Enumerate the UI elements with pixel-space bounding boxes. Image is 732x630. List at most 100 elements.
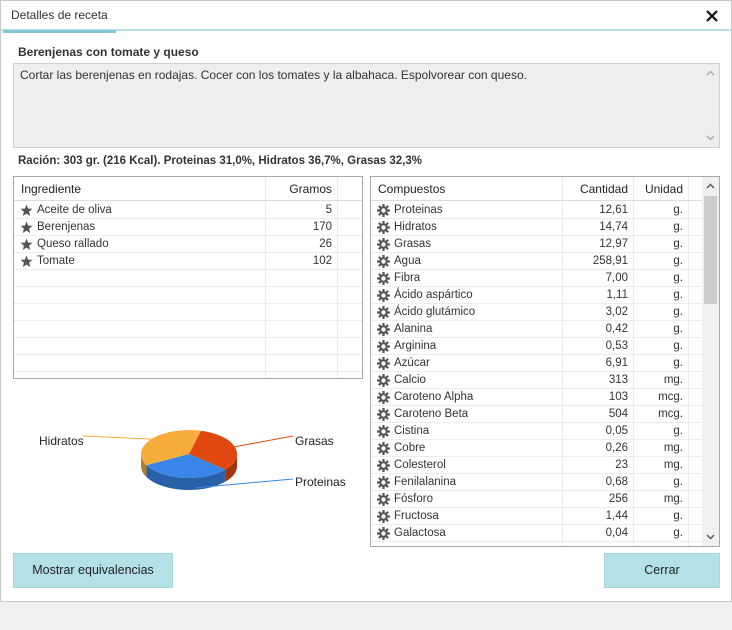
compound-unit: mcg. <box>658 408 683 420</box>
gear-icon <box>377 238 390 251</box>
table-row[interactable]: Calcio 313 mg. <box>371 372 702 389</box>
table-row[interactable]: Tomate 102 <box>14 253 362 270</box>
gear-icon <box>377 204 390 217</box>
compound-unit: g. <box>673 425 683 437</box>
compound-unit: g. <box>673 357 683 369</box>
status-bar <box>0 602 732 630</box>
header-grams[interactable]: Gramos <box>266 177 332 201</box>
compound-name: Fósforo <box>394 493 433 505</box>
gear-icon <box>377 391 390 404</box>
table-row[interactable]: Caroteno Alpha 103 mcg. <box>371 389 702 406</box>
table-row[interactable]: Cobre 0,26 mg. <box>371 440 702 457</box>
gear-icon <box>377 425 390 438</box>
compound-quantity: 258,91 <box>592 255 628 267</box>
compound-quantity: 0,05 <box>605 425 628 437</box>
gear-icon <box>377 442 390 455</box>
compound-name: Cobre <box>394 442 426 454</box>
recipe-description-text: Cortar las berenjenas en rodajas. Cocer … <box>20 68 527 82</box>
table-row[interactable]: Queso rallado 26 <box>14 236 362 253</box>
gear-icon <box>377 510 390 523</box>
gear-icon <box>377 323 390 336</box>
ingredient-name: Queso rallado <box>37 238 109 250</box>
compound-quantity: 0,26 <box>605 442 628 454</box>
ingredient-name: Aceite de oliva <box>37 204 112 216</box>
description-scrollbar[interactable] <box>702 64 719 147</box>
table-row[interactable]: Agua 258,91 g. <box>371 253 702 270</box>
compound-name: Cistina <box>394 425 430 437</box>
ingredient-grams: 170 <box>312 221 332 233</box>
tab-bar: Detalles de receta <box>1 1 731 33</box>
scroll-down-icon[interactable] <box>706 133 715 142</box>
compound-quantity: 504 <box>608 408 628 420</box>
compound-unit: g. <box>673 527 683 539</box>
header-compounds[interactable]: Compuestos <box>378 177 558 201</box>
tab-recipe-details[interactable]: Detalles de receta <box>3 1 116 33</box>
empty-row <box>14 321 362 338</box>
header-ingredient[interactable]: Ingrediente <box>21 177 261 201</box>
pie-label-grasas: Grasas <box>295 434 334 448</box>
star-icon <box>20 238 33 250</box>
compound-name: Caroteno Alpha <box>394 391 474 403</box>
scroll-up-icon[interactable] <box>706 182 715 191</box>
gear-icon <box>377 476 390 489</box>
table-row[interactable]: Galactosa 0,04 g. <box>371 525 702 542</box>
compound-unit: g. <box>673 221 683 233</box>
table-row[interactable]: Fructosa 1,44 g. <box>371 508 702 525</box>
compound-name: Grasas <box>394 238 432 250</box>
compounds-scrollbar[interactable] <box>702 177 719 546</box>
close-icon[interactable] <box>705 9 719 23</box>
compound-name: Azúcar <box>394 357 430 369</box>
compound-name: Alanina <box>394 323 433 335</box>
table-row[interactable]: Alanina 0,42 g. <box>371 321 702 338</box>
table-row[interactable]: Fósforo 256 mg. <box>371 491 702 508</box>
compound-quantity: 0,42 <box>605 323 628 335</box>
header-quantity[interactable]: Cantidad <box>563 177 628 201</box>
compound-name: Ácido glutámico <box>394 306 476 318</box>
compound-name: Fructosa <box>394 510 439 522</box>
table-row[interactable]: Azúcar 6,91 g. <box>371 355 702 372</box>
gear-icon <box>377 306 390 319</box>
compound-quantity: 1,44 <box>605 510 628 522</box>
table-row[interactable]: Proteinas 12,61 g. <box>371 202 702 219</box>
show-equivalences-button[interactable]: Mostrar equivalencias <box>13 553 173 588</box>
close-button[interactable]: Cerrar <box>604 553 720 588</box>
compound-name: Caroteno Beta <box>394 408 469 420</box>
table-row[interactable]: Ácido aspártico 1,11 g. <box>371 287 702 304</box>
compound-quantity: 6,91 <box>605 357 628 369</box>
compound-unit: mg. <box>663 442 683 454</box>
table-row[interactable]: Fibra 7,00 g. <box>371 270 702 287</box>
table-row[interactable]: Ácido glutámico 3,02 g. <box>371 304 702 321</box>
compound-unit: g. <box>673 340 683 352</box>
compound-name: Ácido aspártico <box>394 289 473 301</box>
scrollbar-thumb[interactable] <box>704 196 717 304</box>
compound-quantity: 14,74 <box>599 221 628 233</box>
ingredient-grams: 102 <box>312 255 332 267</box>
table-row[interactable]: Arginina 0,53 g. <box>371 338 702 355</box>
header-unit[interactable]: Unidad <box>634 177 683 201</box>
table-row[interactable]: Fenilalanina 0,68 g. <box>371 474 702 491</box>
compound-name: Hidratos <box>394 221 437 233</box>
ingredients-table: Ingrediente Gramos Aceite de oliva 5 Beren… <box>13 176 363 379</box>
compounds-table: Compuestos Cantidad Unidad Proteinas 12,6… <box>370 176 720 547</box>
compound-quantity: 0,04 <box>605 527 628 539</box>
compound-quantity: 23 <box>615 459 628 471</box>
table-row[interactable]: Cistina 0,05 g. <box>371 423 702 440</box>
empty-row <box>14 355 362 372</box>
empty-row <box>14 304 362 321</box>
compound-unit: mg. <box>663 459 683 471</box>
table-row[interactable]: Hidratos 14,74 g. <box>371 219 702 236</box>
table-row[interactable]: Colesterol 23 mg. <box>371 457 702 474</box>
table-row[interactable]: Grasas 12,97 g. <box>371 236 702 253</box>
scroll-up-icon[interactable] <box>706 69 715 78</box>
table-row[interactable]: Berenjenas 170 <box>14 219 362 236</box>
scroll-down-icon[interactable] <box>706 532 715 541</box>
table-row[interactable]: Aceite de oliva 5 <box>14 202 362 219</box>
compound-quantity: 7,00 <box>605 272 628 284</box>
pie-label-hidratos: Hidratos <box>39 434 84 448</box>
compound-unit: mg. <box>663 374 683 386</box>
macronutrient-pie-chart: Hidratos Grasas Proteinas <box>21 406 361 516</box>
recipe-description-textarea[interactable]: Cortar las berenjenas en rodajas. Cocer … <box>13 63 720 148</box>
compound-name: Arginina <box>394 340 437 352</box>
gear-icon <box>377 357 390 370</box>
table-row[interactable]: Caroteno Beta 504 mcg. <box>371 406 702 423</box>
